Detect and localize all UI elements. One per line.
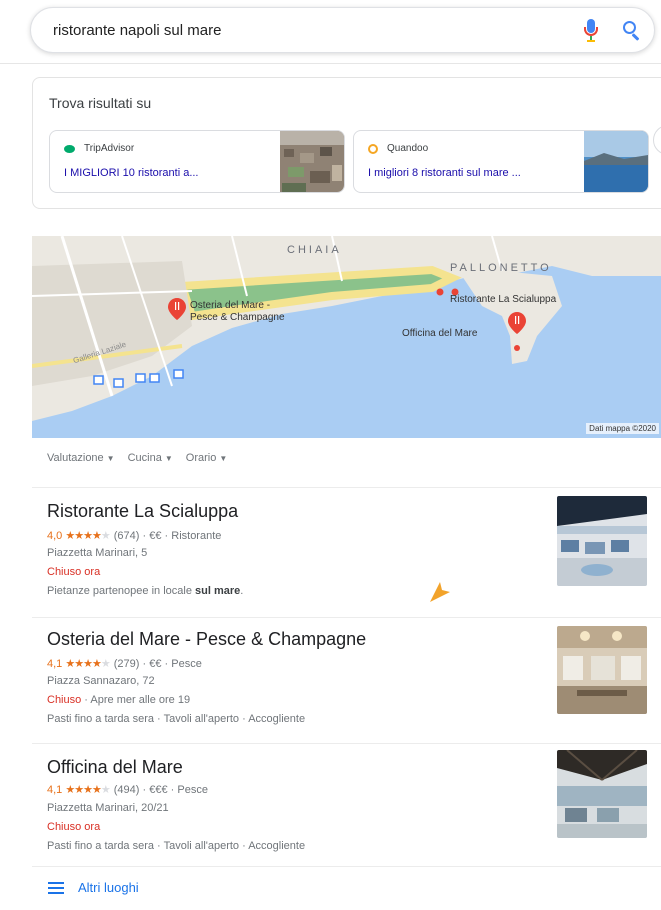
place-address: Piazza Sannazaro, 72 <box>47 675 155 687</box>
cursor-arrow-icon <box>430 582 450 602</box>
place-description: Pasti fino a tarda sera · Tavoli all'ape… <box>47 713 306 725</box>
caret-down-icon: ▼ <box>106 454 115 463</box>
star-empty-icon: ★ <box>100 784 111 796</box>
header-divider <box>0 63 661 64</box>
place-result[interactable]: Osteria del Mare - Pesce & Champagne 4,1… <box>32 626 661 739</box>
map-canvas <box>32 236 661 438</box>
search-input[interactable]: ristorante napoli sul mare <box>53 22 578 39</box>
place-photo[interactable] <box>557 750 647 838</box>
map-copyright: Dati mappa ©2020 <box>586 423 659 434</box>
place-rating: 4,0 ★★★★★ (674) · €€ · Ristorante <box>47 530 222 542</box>
map-label-officina: Officina del Mare <box>402 328 478 339</box>
more-places-link[interactable]: Altri luoghi <box>48 880 139 895</box>
map-label-pallonetto: PALLONETTO <box>450 262 552 274</box>
list-icon <box>48 881 64 894</box>
tripadvisor-logo-icon <box>64 144 75 153</box>
map-label-chiaia: CHIAIA <box>287 244 342 256</box>
divider <box>32 487 661 488</box>
place-rating: 4,1 ★★★★★ (494) · €€€ · Pesce <box>47 784 208 796</box>
quandoo-logo-icon <box>368 143 378 154</box>
place-result[interactable]: Ristorante La Scialuppa 4,0 ★★★★★ (674) … <box>32 496 661 611</box>
place-name[interactable]: Ristorante La Scialuppa <box>47 501 238 522</box>
star-empty-icon: ★ <box>100 530 111 542</box>
place-photo[interactable] <box>557 496 647 586</box>
place-result[interactable]: Officina del Mare 4,1 ★★★★★ (494) · €€€ … <box>32 750 661 867</box>
divider <box>32 617 661 618</box>
filter-valutazione[interactable]: Valutazione ▼ <box>47 452 115 464</box>
star-rating-icon: ★★★★ <box>65 658 101 670</box>
place-rating: 4,1 ★★★★★ (279) · €€ · Pesce <box>47 658 202 670</box>
star-empty-icon: ★ <box>100 658 111 670</box>
map-label-osteria-2: Pesce & Champagne <box>190 312 285 323</box>
find-results-panel: Trova risultati su TripAdvisor I MIGLIOR… <box>32 77 661 209</box>
place-description: Pasti fino a tarda sera · Tavoli all'ape… <box>47 840 306 852</box>
place-address: Piazzetta Marinari, 5 <box>47 547 148 559</box>
card-title[interactable]: I migliori 8 ristoranti sul mare ... <box>368 167 521 179</box>
caret-down-icon: ▼ <box>164 454 173 463</box>
result-card-tripadvisor[interactable]: TripAdvisor I MIGLIORI 10 ristoranti a..… <box>49 130 345 193</box>
card-source: Quandoo <box>368 143 428 154</box>
place-address: Piazzetta Marinari, 20/21 <box>47 802 169 814</box>
city-photo-thumbnail <box>280 131 344 192</box>
find-results-heading: Trova risultati su <box>49 95 152 111</box>
place-name[interactable]: Osteria del Mare - Pesce & Champagne <box>47 629 366 650</box>
map[interactable]: CHIAIA PALLONETTO Galleria Laziale Oster… <box>32 236 661 438</box>
search-bar[interactable]: ristorante napoli sul mare <box>30 7 655 53</box>
place-description: Pietanze partenopee in locale sul mare. <box>47 585 244 597</box>
place-photo[interactable] <box>557 626 647 714</box>
divider <box>32 866 661 867</box>
filter-orario[interactable]: Orario ▼ <box>186 452 227 464</box>
divider <box>32 743 661 744</box>
map-pin-icon[interactable] <box>508 312 526 334</box>
map-label-osteria-1: Osteria del Mare - <box>190 300 271 311</box>
search-icon[interactable] <box>618 17 644 43</box>
star-rating-icon: ★★★★ <box>65 530 101 542</box>
filter-bar: Valutazione ▼ Cucina ▼ Orario ▼ <box>47 452 227 464</box>
caret-down-icon: ▼ <box>219 454 228 463</box>
map-label-scialuppa: Ristorante La Scialuppa <box>450 294 557 305</box>
card-title[interactable]: I MIGLIORI 10 ristoranti a... <box>64 167 199 179</box>
sea-photo-thumbnail <box>584 131 648 192</box>
place-name[interactable]: Officina del Mare <box>47 757 183 778</box>
place-status: Chiuso ora <box>47 566 101 578</box>
card-source: TripAdvisor <box>64 143 134 154</box>
map-pin-icon[interactable] <box>168 298 186 320</box>
result-card-quandoo[interactable]: Quandoo I migliori 8 ristoranti sul mare… <box>353 130 649 193</box>
filter-cucina[interactable]: Cucina ▼ <box>128 452 173 464</box>
star-rating-icon: ★★★★ <box>65 784 101 796</box>
place-status: Chiuso · Apre mer alle ore 19 <box>47 694 191 706</box>
microphone-icon[interactable] <box>578 17 604 43</box>
place-status: Chiuso ora <box>47 821 101 833</box>
scroll-right-button[interactable] <box>653 125 661 155</box>
